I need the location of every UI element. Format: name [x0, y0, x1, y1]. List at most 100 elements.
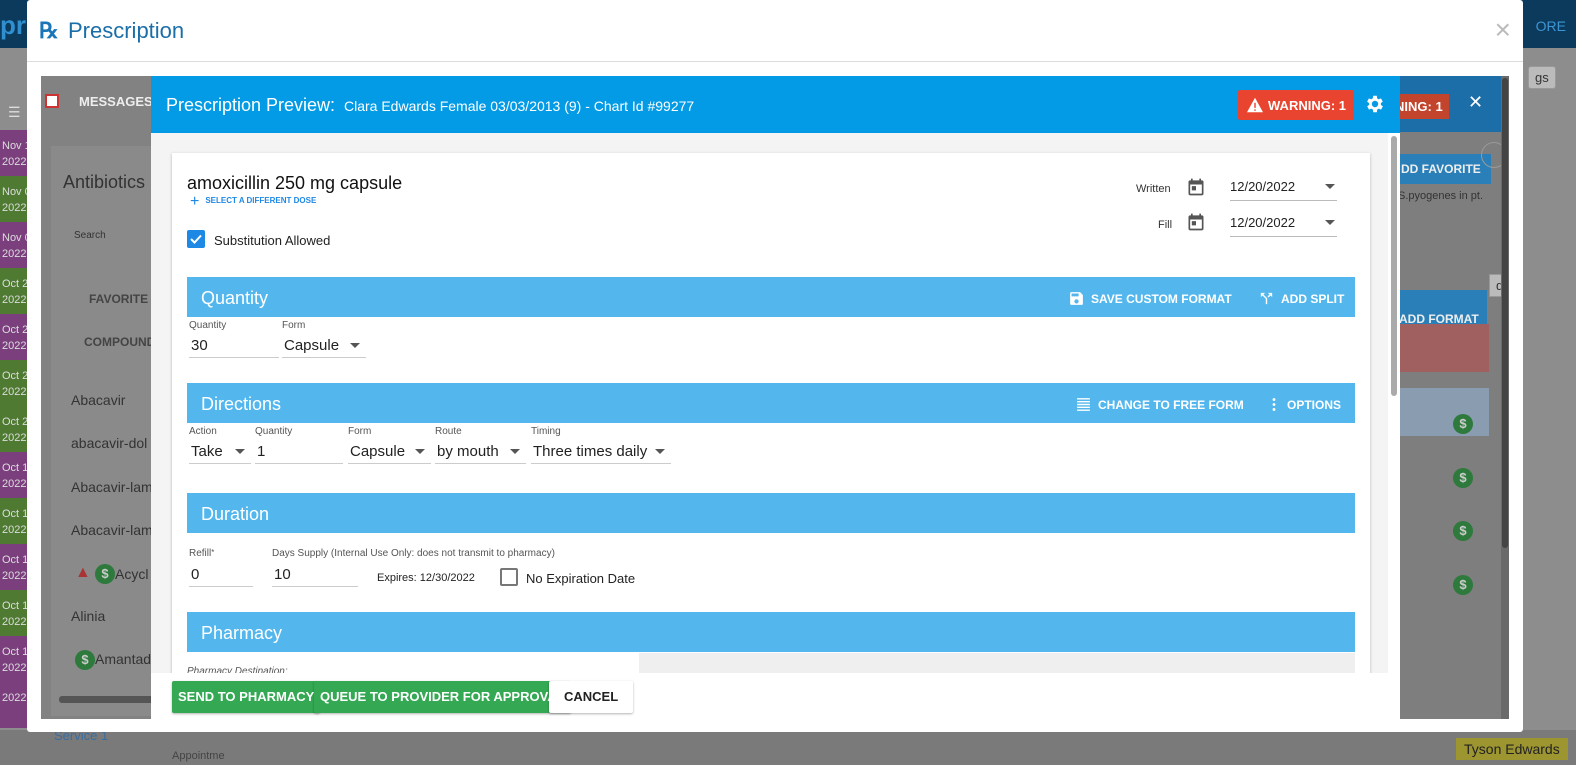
warning-badge[interactable]: WARNING: 1	[1238, 90, 1354, 120]
save-icon	[1070, 292, 1083, 305]
direction-form-value: Capsule	[350, 443, 406, 460]
preview-footer: SEND TO PHARMACY QUEUE TO PROVIDER FOR A…	[151, 673, 1400, 719]
dollar-icon: $	[1453, 468, 1473, 488]
behind-alert-box	[1399, 324, 1489, 372]
drug-name: amoxicillin 250 mg capsule	[187, 173, 403, 193]
plus-icon: +	[190, 193, 200, 210]
quantity-title: Quantity	[201, 288, 269, 308]
chevron-down-icon	[1325, 220, 1335, 225]
messages-icon	[45, 94, 59, 108]
queue-to-provider-button[interactable]: QUEUE TO PROVIDER FOR APPROVAL	[314, 681, 571, 713]
background-more-menu: ORE	[1535, 18, 1566, 34]
form-select[interactable]: Capsule	[282, 334, 366, 358]
dollar-icon: $	[1453, 521, 1473, 541]
timing-label: Timing	[531, 426, 561, 437]
behind-add-favorite: DD FAVORITE	[1391, 154, 1491, 184]
timing-select[interactable]: Three times daily	[531, 440, 671, 464]
send-to-pharmacy-button[interactable]: SEND TO PHARMACY	[172, 681, 321, 713]
timing-value: Three times daily	[533, 443, 648, 460]
dollar-icon: $	[95, 564, 115, 584]
direction-quantity-value: 1	[257, 443, 266, 460]
days-supply-input[interactable]: 10	[272, 563, 358, 587]
add-split-label: ADD SPLIT	[1281, 292, 1345, 306]
duration-section-header: Duration	[187, 493, 1355, 533]
warning-icon: ▲	[75, 564, 91, 581]
chevron-down-icon	[350, 343, 360, 348]
quantity-value: 30	[191, 337, 208, 354]
split-icon	[1260, 292, 1273, 305]
free-form-label: CHANGE TO FREE FORM	[1098, 398, 1244, 412]
route-select[interactable]: by mouth	[435, 440, 526, 464]
dollar-icon: $	[1453, 414, 1473, 434]
directions-title: Directions	[201, 394, 282, 414]
route-label: Route	[435, 426, 462, 437]
list-item: Abacavir-lam	[71, 522, 153, 538]
route-value: by mouth	[437, 443, 499, 460]
list-item: Abacavir	[71, 392, 126, 408]
calendar-icon[interactable]	[1186, 212, 1206, 232]
save-custom-format-button[interactable]: SAVE CUSTOM FORMAT	[1068, 290, 1232, 307]
preview-scrollbar[interactable]	[1391, 136, 1397, 396]
fill-date-value: 12/20/2022	[1230, 215, 1296, 230]
action-select[interactable]: Take	[189, 440, 251, 464]
quantity-label: Quantity	[189, 320, 227, 331]
quantity-input[interactable]: 30	[189, 334, 279, 358]
add-split-button[interactable]: ADD SPLIT	[1258, 290, 1344, 307]
behind-info-box	[1399, 388, 1489, 436]
pharmacy-section-header: Pharmacy	[187, 612, 1355, 652]
direction-form-select[interactable]: Capsule	[348, 440, 431, 464]
warning-icon	[1247, 97, 1263, 113]
select-dose-label: SELECT A DIFFERENT DOSE	[205, 196, 317, 205]
refill-input[interactable]: 0	[189, 563, 253, 587]
background-bottom-bar	[0, 730, 1576, 765]
duration-title: Duration	[201, 504, 270, 524]
behind-close-icon: ✕	[1468, 92, 1484, 112]
select-dose-link[interactable]: + SELECT A DIFFERENT DOSE	[190, 193, 316, 211]
substitution-checkbox[interactable]	[187, 230, 205, 248]
options-label: OPTIONS	[1287, 398, 1342, 412]
list-item: abacavir-dol	[71, 435, 148, 451]
substitution-label: Substitution Allowed	[214, 233, 331, 248]
patient-info: Clara Edwards Female 03/03/2013 (9) - Ch…	[344, 98, 695, 114]
no-expiration-checkbox[interactable]	[500, 568, 518, 586]
behind-scrollbar-thumb	[1502, 78, 1508, 548]
refill-value: 0	[191, 566, 200, 583]
form-label: Form	[282, 320, 306, 331]
chevron-down-icon	[510, 449, 520, 454]
chevron-down-icon	[1325, 184, 1335, 189]
lines-icon	[1077, 398, 1090, 411]
written-date-value: 12/20/2022	[1230, 179, 1296, 194]
direction-quantity-input[interactable]: 1	[255, 440, 343, 464]
refill-label: Refill*	[189, 548, 214, 559]
warning-label: WARNING: 1	[1268, 98, 1346, 113]
search-label: Search	[74, 230, 106, 241]
save-custom-label: SAVE CUSTOM FORMAT	[1091, 292, 1232, 306]
gear-icon[interactable]	[1364, 93, 1386, 115]
background-logo: pr	[0, 10, 26, 40]
direction-form-label: Form	[348, 426, 372, 437]
quantity-section-header: Quantity SAVE CUSTOM FORMAT ADD SPLIT	[187, 277, 1355, 317]
background-user-badge: Tyson Edwards	[1456, 738, 1568, 760]
prescription-modal-header: ℞ Prescription ×	[27, 0, 1523, 62]
chevron-down-icon	[655, 449, 665, 454]
pharmacy-title: Pharmacy	[201, 623, 283, 643]
preview-header: Prescription Preview: Clara Edwards Fema…	[151, 76, 1400, 133]
change-to-free-form-button[interactable]: CHANGE TO FREE FORM	[1075, 396, 1244, 413]
fill-date-input[interactable]: 12/20/2022	[1230, 213, 1337, 237]
more-vertical-icon	[1272, 398, 1276, 411]
written-date-input[interactable]: 12/20/2022	[1230, 177, 1337, 201]
favorite-tab: FAVORITE	[89, 292, 149, 306]
cancel-button[interactable]: CANCEL	[549, 681, 634, 713]
chevron-down-icon	[235, 449, 245, 454]
modal-title: Prescription	[68, 18, 185, 43]
dollar-icon: $	[1453, 575, 1473, 595]
check-icon	[190, 234, 202, 244]
close-icon[interactable]: ×	[1495, 14, 1511, 46]
calendar-icon[interactable]	[1186, 177, 1206, 197]
days-supply-label: Days Supply (Internal Use Only: does not…	[272, 548, 555, 559]
directions-section-header: Directions CHANGE TO FREE FORM OPTIONS	[187, 383, 1355, 423]
behind-note: S.pyogenes in pt.	[1398, 190, 1484, 202]
no-expiration-label: No Expiration Date	[526, 571, 636, 586]
options-button[interactable]: OPTIONS	[1267, 396, 1341, 413]
list-item: Abacavir-lam	[71, 479, 153, 495]
